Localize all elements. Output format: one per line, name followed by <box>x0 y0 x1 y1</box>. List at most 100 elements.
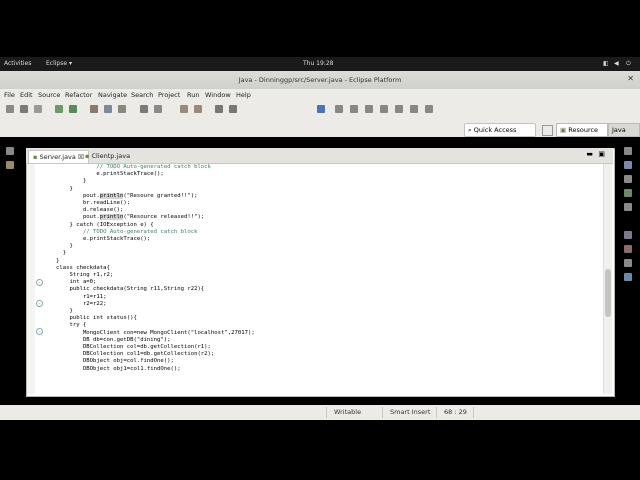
perspective-resource[interactable]: ▣ Resource <box>556 123 608 137</box>
insert-mode-status: Smart Insert <box>390 408 431 416</box>
declaration-icon[interactable] <box>624 231 632 239</box>
menu-run[interactable]: Run <box>187 91 199 99</box>
minimize-editor-icon[interactable]: ▬ <box>586 150 593 158</box>
activities-button[interactable]: Activities <box>4 60 31 67</box>
javadoc-icon[interactable] <box>624 203 632 211</box>
code-line: DB db=con.getDB("dining"); <box>56 336 171 343</box>
scrollbar-thumb[interactable] <box>605 269 611 317</box>
code-line: pout.println("Resource released!!"); <box>56 214 205 221</box>
power-icon[interactable]: ⏻ <box>626 60 631 68</box>
console-icon[interactable] <box>624 245 632 253</box>
menu-refactor[interactable]: Refactor <box>65 91 92 99</box>
open-perspective-icon[interactable] <box>542 125 553 136</box>
tab-clientp-label: Clientp.java <box>91 152 131 160</box>
save-icon[interactable] <box>20 105 28 113</box>
code-line: try { <box>56 322 87 329</box>
back-icon[interactable] <box>215 105 223 113</box>
code-line: class checkdata{ <box>56 264 110 271</box>
code-line: DBObject obj=col.findOne(); <box>56 358 174 365</box>
java-file-icon: ▪ <box>33 153 38 161</box>
menu-navigate[interactable]: Navigate <box>98 91 127 99</box>
search-icon: ⌕ <box>468 126 472 134</box>
code-line: pout.println("Resoure granted!!"); <box>56 192 198 199</box>
new-package-icon[interactable] <box>104 105 112 113</box>
menu-search[interactable]: Search <box>131 91 153 99</box>
code-line: public int status(){ <box>56 315 137 322</box>
menu-help[interactable]: Help <box>236 91 251 99</box>
open-type-icon[interactable] <box>140 105 148 113</box>
clock[interactable]: Thu 19:28 <box>303 60 333 67</box>
code-line: int a=0; <box>56 279 97 286</box>
restore-right-icon[interactable] <box>624 147 632 155</box>
code-line: } <box>56 250 67 257</box>
pin-editor-icon[interactable] <box>365 105 373 113</box>
code-line: } catch (IOException e) { <box>56 221 154 228</box>
fold-marker[interactable]: – <box>36 328 43 335</box>
fold-marker[interactable]: – <box>36 300 43 307</box>
print-icon[interactable] <box>34 105 42 113</box>
code-line: // TODO Auto-generated catch block <box>56 164 211 170</box>
restore-icon[interactable] <box>6 147 14 155</box>
tab-clientp-java[interactable]: ▪ Clientp.java <box>81 150 134 162</box>
perspective-java-label: Java <box>612 126 626 134</box>
code-line: } <box>56 257 60 264</box>
code-line: e.printStackTrace(); <box>56 171 164 178</box>
code-line: DBObject obj1=col1.findOne(); <box>56 365 181 372</box>
run-icon[interactable] <box>69 105 77 113</box>
eclipse-app-menu[interactable]: Eclipse ▾ <box>46 60 72 67</box>
external-tools-icon[interactable] <box>410 105 418 113</box>
new-class-icon[interactable] <box>118 105 126 113</box>
writable-status: Writable <box>334 408 362 416</box>
problems-icon[interactable] <box>624 189 632 197</box>
menu-project[interactable]: Project <box>158 91 180 99</box>
eclipse-label: Eclipse <box>46 60 68 67</box>
package-explorer-icon[interactable] <box>6 161 14 169</box>
tab-server-label: Server.java <box>39 153 76 161</box>
status-bar: Writable Smart Insert 68 : 29 <box>0 405 640 420</box>
toggle-mark-icon[interactable] <box>317 105 325 113</box>
outline-icon[interactable] <box>624 175 632 183</box>
new-icon[interactable] <box>6 105 14 113</box>
prev-annotation-icon[interactable] <box>194 105 202 113</box>
menu-edit[interactable]: Edit <box>20 91 33 99</box>
menu-window[interactable]: Window <box>205 91 231 99</box>
perspective-resource-label: Resource <box>568 126 599 134</box>
step-icon[interactable] <box>395 105 403 113</box>
code-line: br.readLine(); <box>56 200 131 207</box>
toggle-block-icon[interactable] <box>335 105 343 113</box>
left-ruler <box>27 164 35 394</box>
search-view-icon[interactable] <box>624 273 632 281</box>
perspective-java[interactable]: Java <box>608 123 640 137</box>
divider <box>473 407 474 418</box>
network-icon[interactable]: ◧ <box>603 60 609 67</box>
volume-icon[interactable]: ◀ <box>614 60 619 67</box>
fold-marker[interactable]: – <box>36 279 43 286</box>
code-line: } <box>56 308 73 315</box>
window-titlebar: Java - Dinninggp/src/Server.java - Eclip… <box>0 71 640 89</box>
search-icon[interactable] <box>154 105 162 113</box>
forward-icon[interactable] <box>229 105 237 113</box>
task-list-icon[interactable] <box>624 161 632 169</box>
code-line: } <box>56 185 73 192</box>
maximize-editor-icon[interactable]: ▣ <box>598 150 605 158</box>
tab-server-java[interactable]: ▪ Server.java ☒ <box>28 150 89 163</box>
right-trim-stack <box>620 147 636 297</box>
cursor-position: 68 : 29 <box>444 408 467 416</box>
editor-tab-row: ▪ Server.java ☒ ▪ Clientp.java ▬ ▣ <box>26 148 613 164</box>
quick-access-field[interactable]: ⌕ Quick Access <box>464 123 536 137</box>
toggle-whitespace-icon[interactable] <box>350 105 358 113</box>
menu-file[interactable]: File <box>4 91 15 99</box>
debug-icon[interactable] <box>55 105 63 113</box>
code-line: r1=r11; <box>56 293 107 300</box>
menu-source[interactable]: Source <box>38 91 60 99</box>
skip-icon[interactable] <box>425 105 433 113</box>
close-window-icon[interactable]: ✕ <box>627 74 634 83</box>
show-source-icon[interactable] <box>380 105 388 113</box>
vertical-scrollbar[interactable] <box>603 164 612 394</box>
code-editor-text[interactable]: // TODO Auto-generated catch block e.pri… <box>56 164 255 373</box>
code-line: DBCollection col1=db.getCollection(r2); <box>56 351 215 358</box>
new-java-project-icon[interactable] <box>90 105 98 113</box>
progress-icon[interactable] <box>624 259 632 267</box>
code-line: } <box>56 178 87 185</box>
next-annotation-icon[interactable] <box>180 105 188 113</box>
